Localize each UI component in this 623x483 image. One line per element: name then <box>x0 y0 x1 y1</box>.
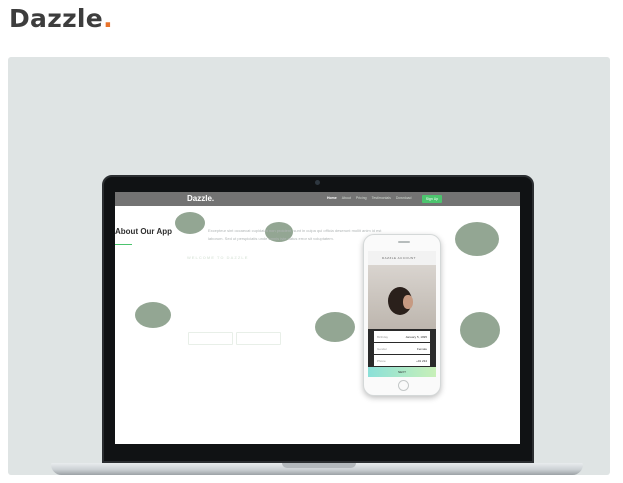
profile-photo <box>368 265 436 329</box>
laptop-notch <box>282 463 356 468</box>
nav-item-home[interactable]: Home <box>327 196 337 200</box>
brand-title: Dazzle. <box>9 4 113 33</box>
phone-title: DAZZLE ACCOUNT <box>382 256 417 260</box>
watch-video-label: Watch Video <box>249 336 273 341</box>
camera-icon <box>315 180 320 185</box>
nav-item-pricing[interactable]: Pricing <box>356 196 367 200</box>
phone-row-value: Female <box>416 346 427 351</box>
leaf-decoration <box>135 302 171 328</box>
about-underline <box>115 244 132 245</box>
hero-section: Dazzle. Home About Pricing Testimonials … <box>115 192 520 396</box>
phone-header: DAZZLE ACCOUNT <box>368 251 436 265</box>
phone-row-key: Phone <box>377 358 386 363</box>
phone-next-button[interactable]: NEXT <box>368 367 436 377</box>
about-title: About Our App <box>115 227 173 236</box>
leaf-decoration <box>315 312 355 342</box>
nav-item-testimonials[interactable]: Testimonials <box>372 196 391 200</box>
nav-item-download[interactable]: Download <box>396 196 412 200</box>
brand-name: Dazzle <box>9 4 104 33</box>
phone-row-value: +01 234 <box>416 358 427 363</box>
hero-headline: Creative Landing Page to Showcase Your A… <box>186 265 320 310</box>
preview-panel: Dazzle. Home About Pricing Testimonials … <box>8 57 610 475</box>
showcase-app-label: Showcase App <box>198 336 225 341</box>
brand-dot: . <box>103 4 113 33</box>
nav-links: Home About Pricing Testimonials Download <box>327 196 411 200</box>
profile-face <box>403 295 413 309</box>
phone-row: Birthday January 5, 1995 <box>374 331 430 342</box>
leaf-decoration <box>460 312 500 348</box>
signup-button[interactable]: Sign Up <box>422 195 442 203</box>
site-logo[interactable]: Dazzle. <box>187 194 214 203</box>
site-navbar: Dazzle. Home About Pricing Testimonials … <box>115 192 520 206</box>
phone-row: Phone +01 234 <box>374 355 430 366</box>
watch-video-button[interactable]: ▶ Watch Video <box>236 332 281 345</box>
play-icon: ▶ <box>244 336 248 341</box>
phone-row-value: January 5, 1995 <box>405 334 427 339</box>
about-section: About Our App Excepteur sint occaecat cu… <box>115 227 508 248</box>
showcase-app-button[interactable]: Showcase App <box>188 332 233 345</box>
phone-row: Gender Female <box>374 343 430 354</box>
about-text: Excepteur sint occaecat cupidatat non pr… <box>208 228 382 241</box>
phone-screen: DAZZLE ACCOUNT Birthday January 5, 1995 … <box>368 251 436 377</box>
nav-item-about[interactable]: About <box>342 196 351 200</box>
phone-row-key: Gender <box>377 346 388 351</box>
hero-eyebrow: WELCOME TO DAZZLE <box>187 255 249 260</box>
phone-mockup: DAZZLE ACCOUNT Birthday January 5, 1995 … <box>363 234 441 396</box>
phone-home-button <box>398 380 409 391</box>
phone-row-key: Birthday <box>377 334 389 339</box>
